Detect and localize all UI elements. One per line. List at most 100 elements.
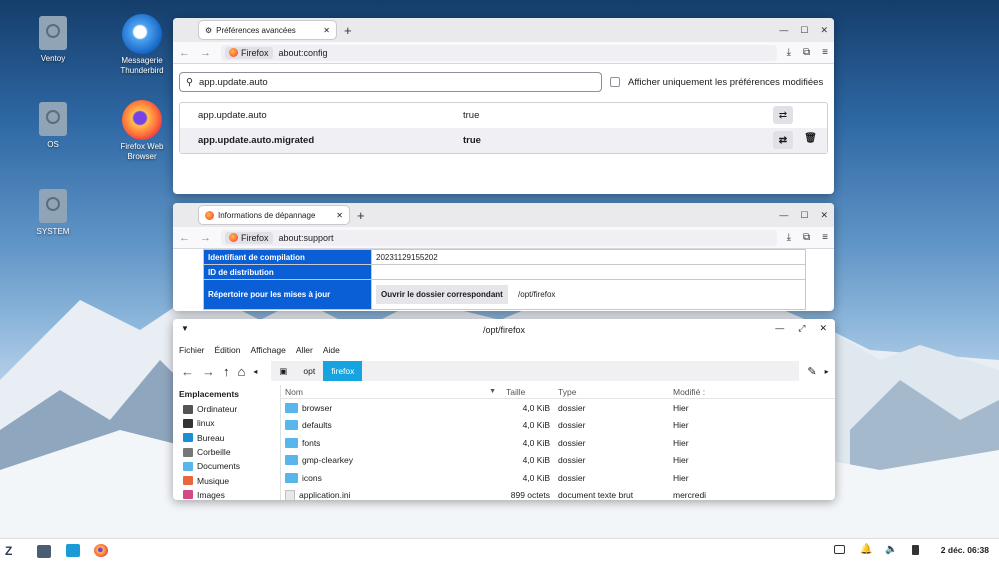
scroll-left-icon[interactable]: ◂ [253, 367, 257, 376]
download-icon[interactable]: ⤓ [787, 47, 791, 58]
close-button[interactable]: ✕ [819, 323, 827, 334]
up-button[interactable]: ↑ [223, 364, 230, 379]
place-item[interactable]: Corbeille [179, 445, 274, 459]
trash-icon[interactable]: 🗑 [804, 133, 817, 144]
scroll-right-icon[interactable]: ▸ [825, 367, 829, 376]
extensions-icon[interactable]: ⧉ [803, 47, 810, 58]
drive-icon [39, 189, 67, 223]
menu-affichage[interactable]: Affichage [251, 345, 286, 355]
clock[interactable]: 2 déc. 06:38 [941, 545, 989, 555]
file-name-cell: application.ini [281, 489, 504, 500]
modified-only-checkbox[interactable] [610, 77, 620, 87]
close-tab-icon[interactable]: ✕ [336, 211, 343, 220]
file-size: 4,0 KiB [522, 420, 550, 431]
menu-bar: Fichier Édition Affichage Aller Aide [173, 341, 835, 359]
file-row[interactable]: fonts 4,0 KiB dossier Hier [281, 434, 835, 452]
close-button[interactable]: ✕ [820, 25, 828, 36]
place-item[interactable]: Images [179, 488, 274, 500]
minimize-button[interactable]: — [779, 25, 788, 35]
back-button[interactable]: ← [181, 364, 194, 379]
desktop-icon-os[interactable]: OS [23, 102, 83, 150]
fm-toolbar: ← → ↑ ⌂ ◂ ▣ opt firefox ✎ ▸ [173, 359, 835, 383]
edit-path-icon[interactable]: ✎ [807, 365, 816, 378]
url-bar[interactable]: Firefox about:support [221, 229, 777, 246]
desktop-icon-firefox[interactable]: Firefox Web Browser [112, 100, 172, 162]
file-modified: Hier [673, 472, 689, 483]
home-button[interactable]: ⌂ [238, 364, 246, 379]
tab-config[interactable]: ⚙ Préférences avancées ✕ [199, 21, 336, 39]
column-type[interactable]: Type [550, 387, 673, 397]
menu-icon[interactable]: ≡ [822, 232, 828, 243]
menu-aller[interactable]: Aller [296, 345, 313, 355]
forward-button[interactable]: → [200, 232, 211, 244]
file-row[interactable]: defaults 4,0 KiB dossier Hier [281, 417, 835, 435]
file-name: browser [302, 402, 333, 413]
window-menu-icon[interactable]: ▼ [181, 324, 189, 333]
place-item[interactable]: Ordinateur [179, 402, 274, 416]
file-name-cell: icons [281, 472, 504, 483]
pref-search-input[interactable]: ⚲ app.update.auto [179, 72, 602, 92]
forward-button[interactable]: → [202, 364, 215, 379]
menu-icon[interactable]: ≡ [822, 47, 828, 58]
pref-list: app.update.auto true ⇄ app.update.auto.m… [179, 102, 828, 154]
forward-button[interactable]: → [200, 47, 211, 59]
menu-edition[interactable]: Édition [215, 345, 241, 355]
files-icon[interactable] [37, 545, 51, 558]
identity-chip[interactable]: Firefox [225, 46, 273, 59]
column-name[interactable]: Nom ▼ [281, 387, 504, 397]
file-modified: Hier [673, 455, 689, 466]
back-button[interactable]: ← [179, 232, 190, 244]
tab-support[interactable]: Informations de dépannage ✕ [199, 206, 349, 224]
breadcrumb-firefox[interactable]: firefox [323, 361, 363, 381]
firefox-taskbar-icon[interactable] [94, 544, 108, 557]
new-tab-button[interactable]: + [357, 208, 365, 223]
fm-titlebar: ▼ /opt/firefox — ⤢ ✕ [173, 319, 835, 341]
place-item[interactable]: Documents [179, 459, 274, 473]
identity-chip[interactable]: Firefox [225, 231, 273, 244]
place-item[interactable]: Bureau [179, 431, 274, 445]
minimize-button[interactable]: — [775, 323, 784, 334]
fm-body: Emplacements Ordinateur linux Bureau Cor… [173, 385, 835, 500]
toggle-icon[interactable]: ⇄ [773, 131, 793, 149]
column-modified[interactable]: Modifié : [673, 387, 835, 397]
root-drive-icon[interactable]: ▣ [271, 361, 295, 381]
file-row[interactable]: browser 4,0 KiB dossier Hier [281, 399, 835, 417]
desktop-icon-system[interactable]: SYSTEM [23, 189, 83, 237]
file-row[interactable]: gmp-clearkey 4,0 KiB dossier Hier [281, 452, 835, 470]
menu-fichier[interactable]: Fichier [179, 345, 205, 355]
close-button[interactable]: ✕ [820, 210, 828, 221]
volume-icon[interactable]: 🔈 [885, 544, 899, 557]
back-button[interactable]: ← [179, 47, 190, 59]
desktop-icon-ventoy[interactable]: Ventoy [23, 16, 83, 64]
pref-row[interactable]: app.update.auto true ⇄ [180, 103, 827, 128]
close-tab-icon[interactable]: ✕ [323, 26, 330, 35]
minimize-button[interactable]: — [779, 210, 788, 220]
file-row[interactable]: icons 4,0 KiB dossier Hier [281, 469, 835, 487]
place-item[interactable]: Musique [179, 473, 274, 487]
maximize-button[interactable]: ☐ [800, 210, 808, 221]
folder-icon [285, 437, 298, 448]
download-icon[interactable]: ⤓ [787, 232, 791, 243]
place-label: Ordinateur [197, 404, 238, 415]
column-size[interactable]: Taille [504, 387, 550, 397]
url-bar[interactable]: Firefox about:config [221, 44, 777, 61]
display-icon[interactable] [834, 545, 845, 554]
maximize-button[interactable]: ⤢ [798, 323, 805, 334]
file-row[interactable]: application.ini 899 octets document text… [281, 487, 835, 500]
toggle-icon[interactable]: ⇄ [773, 106, 793, 124]
battery-icon[interactable] [912, 545, 919, 555]
new-tab-button[interactable]: + [344, 23, 352, 38]
notifications-icon[interactable]: 🔔 [860, 544, 874, 557]
maximize-button[interactable]: ☐ [800, 25, 808, 36]
nav-tools: ⤓ ⧉ ≡ [787, 232, 828, 243]
desktop-icon-thunderbird[interactable]: Messagerie Thunderbird [112, 14, 172, 76]
extensions-icon[interactable]: ⧉ [803, 232, 810, 243]
pref-row[interactable]: app.update.auto.migrated true ⇄ 🗑 [180, 128, 827, 153]
menu-aide[interactable]: Aide [323, 345, 340, 355]
place-item[interactable]: linux [179, 416, 274, 430]
breadcrumb-opt[interactable]: opt [295, 361, 323, 381]
store-icon[interactable] [66, 544, 80, 557]
place-label: Corbeille [197, 447, 231, 458]
open-folder-button[interactable]: Ouvrir le dossier correspondant [376, 285, 508, 304]
app-menu-icon[interactable]: Z [5, 544, 21, 558]
